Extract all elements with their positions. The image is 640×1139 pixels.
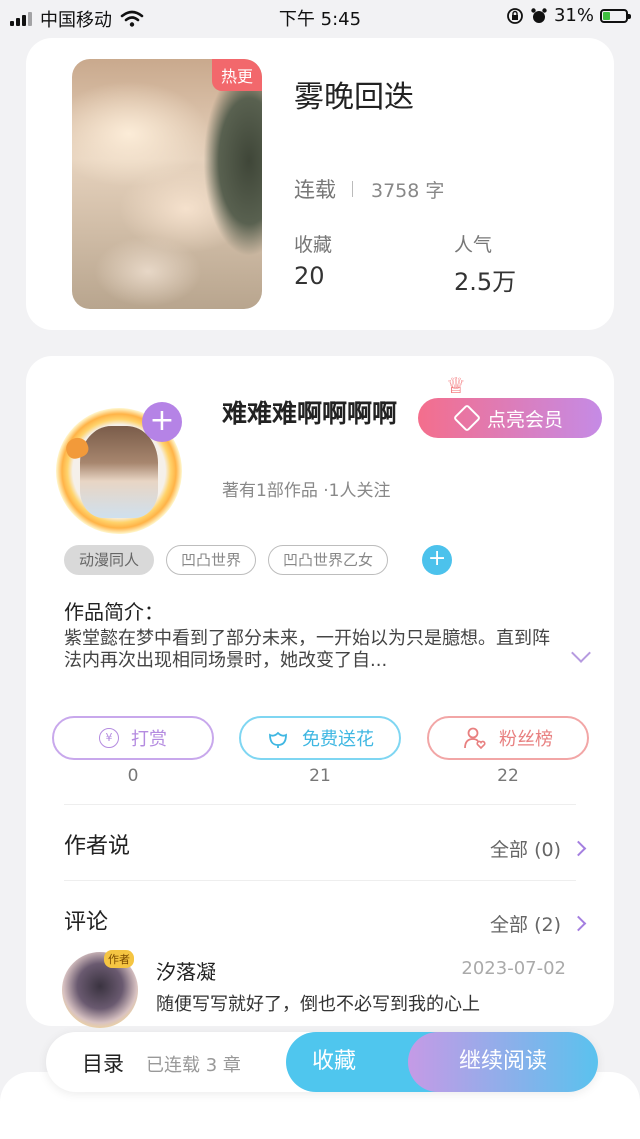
book-detail-card: + 难难难啊啊啊啊 ♕ 点亮会员 著有1部作品 ·1人关注 动漫同人 凹凸世界 … xyxy=(26,356,614,1028)
rotation-lock-icon xyxy=(507,7,523,24)
toc-button[interactable]: 目录 xyxy=(82,1048,124,1078)
flower-count: 21 xyxy=(309,766,331,786)
comment-text[interactable]: 随便写写就好了，倒也不必写到我的心上 xyxy=(156,990,480,1016)
comment-date: 2023-07-02 xyxy=(461,958,566,979)
comments-all-label: 全部 (2) xyxy=(490,914,561,936)
word-count: 3758 字 xyxy=(371,179,445,202)
chapter-count: 已连载 3 章 xyxy=(146,1055,241,1076)
book-cover[interactable]: 热更 xyxy=(72,59,262,309)
divider xyxy=(64,880,576,881)
bottom-action-bar: 目录 已连载 3 章 收藏 继续阅读 xyxy=(46,1032,598,1092)
alarm-icon xyxy=(531,7,547,23)
commenter-name[interactable]: 汐落凝 xyxy=(156,956,216,985)
author-name[interactable]: 难难难啊啊啊啊 xyxy=(222,394,397,430)
favorites-label: 收藏 xyxy=(294,234,333,256)
divider xyxy=(64,804,576,805)
book-info-card: 热更 雾晚回迭 连载 3758 字 收藏 20 人气 2.5万 xyxy=(26,38,614,330)
send-flower-label: 免费送花 xyxy=(302,729,374,750)
tag-list: 动漫同人 凹凸世界 凹凸世界乙女 + xyxy=(64,545,453,575)
add-tag-button[interactable]: + xyxy=(422,545,453,575)
author-says-all-label: 全部 (0) xyxy=(490,839,561,861)
author-says-all-link[interactable]: 全部 (0) xyxy=(490,835,587,862)
author-says-title: 作者说 xyxy=(64,834,131,859)
intro-title: 作品简介： xyxy=(64,600,164,624)
flower-icon xyxy=(269,731,287,748)
author-badge: 作者 xyxy=(104,950,134,968)
tip-button-label: 打赏 xyxy=(131,729,167,750)
popularity-value: 2.5万 xyxy=(454,268,517,296)
vip-button[interactable]: 点亮会员 xyxy=(418,398,602,438)
battery-icon xyxy=(600,8,631,23)
serial-status: 连载 xyxy=(294,178,336,202)
vip-button-label: 点亮会员 xyxy=(486,408,563,431)
yuan-coin-icon: ¥ xyxy=(99,728,119,748)
follow-author-button[interactable]: + xyxy=(142,402,182,442)
intro-text[interactable]: 紫堂懿在梦中看到了部分未来，一开始以为只是臆想。直到阵法内再次出现相同场景时，她… xyxy=(64,628,554,672)
person-heart-icon xyxy=(464,727,486,750)
favorites-value: 20 xyxy=(294,262,325,290)
comments-title: 评论 xyxy=(64,910,109,935)
status-bar: 中国移动 下午 5:45 31% xyxy=(0,0,640,34)
book-status-row: 连载 3758 字 xyxy=(294,174,444,204)
tag-item[interactable]: 凹凸世界乙女 xyxy=(268,545,389,575)
chevron-down-icon[interactable] xyxy=(571,643,591,663)
chevron-right-icon xyxy=(570,915,587,932)
tag-item[interactable]: 动漫同人 xyxy=(64,545,155,575)
tag-item[interactable]: 凹凸世界 xyxy=(166,545,257,575)
author-meta: 著有1部作品 ·1人关注 xyxy=(222,481,391,501)
fan-rank-label: 粉丝榜 xyxy=(499,729,553,750)
tip-button[interactable]: ¥ 打赏 xyxy=(52,716,214,760)
send-flower-button[interactable]: 免费送花 xyxy=(239,716,401,760)
popularity-label: 人气 xyxy=(454,234,493,256)
tip-count: 0 xyxy=(127,766,139,786)
battery-percent: 31% xyxy=(553,5,594,26)
book-title: 雾晚回迭 xyxy=(294,80,414,115)
diamond-icon xyxy=(452,403,482,433)
fan-rank-button[interactable]: 粉丝榜 xyxy=(427,716,589,760)
comments-all-link[interactable]: 全部 (2) xyxy=(490,910,587,937)
fan-rank-count: 22 xyxy=(497,766,519,786)
crown-icon: ♕ xyxy=(446,374,466,399)
continue-reading-button[interactable]: 继续阅读 xyxy=(408,1032,598,1092)
chevron-right-icon xyxy=(570,840,587,857)
hot-update-badge: 热更 xyxy=(211,59,262,91)
